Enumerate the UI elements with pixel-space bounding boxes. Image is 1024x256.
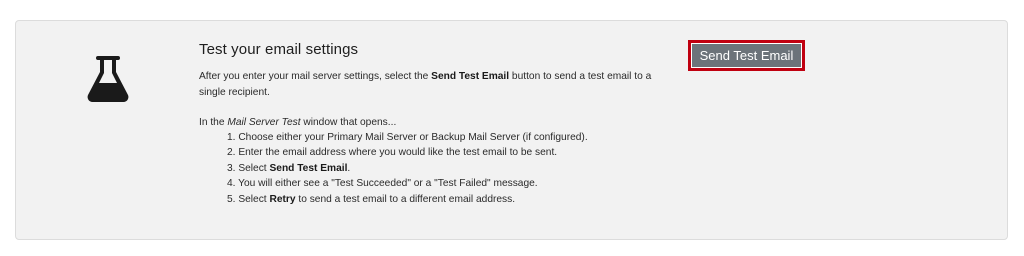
intro-text-end: window that opens...: [300, 117, 397, 128]
step-item: 4. You will either see a "Test Succeeded…: [227, 176, 588, 191]
step-text: 1. Choose either your Primary Mail Serve…: [227, 132, 588, 143]
flask-icon: [87, 56, 129, 102]
window-intro: In the Mail Server Test window that open…: [199, 115, 396, 131]
step-text-end: to send a test email to a different emai…: [295, 193, 516, 205]
step-text: 2. Enter the email address where you wou…: [227, 147, 558, 159]
intro-text: In the: [199, 117, 228, 128]
step-item: 5. Select Retry to send a test email to …: [227, 192, 588, 207]
send-test-email-highlight: Send Test Email: [688, 40, 805, 71]
section-title: Test your email settings: [199, 41, 359, 58]
step-item: 3. Select Send Test Email.: [227, 161, 588, 176]
step-text: 4. You will either see a "Test Succeeded…: [227, 178, 538, 190]
description-bold: Send Test Email: [431, 71, 510, 82]
step-bold: Retry: [269, 193, 296, 205]
step-text-end: .: [347, 162, 351, 174]
section-description: After you enter your mail server setting…: [199, 69, 669, 101]
step-item: 1. Choose either your Primary Mail Serve…: [227, 130, 588, 145]
steps-list: 1. Choose either your Primary Mail Serve…: [227, 130, 588, 207]
step-item: 2. Enter the email address where you wou…: [227, 145, 588, 160]
send-test-email-button[interactable]: Send Test Email: [691, 43, 802, 68]
intro-window-name: Mail Server Test: [227, 117, 301, 128]
step-text: 5. Select: [227, 193, 270, 205]
step-bold: Send Test Email: [269, 162, 348, 174]
step-text: 3. Select: [227, 162, 270, 174]
description-text: After you enter your mail server setting…: [199, 71, 432, 82]
